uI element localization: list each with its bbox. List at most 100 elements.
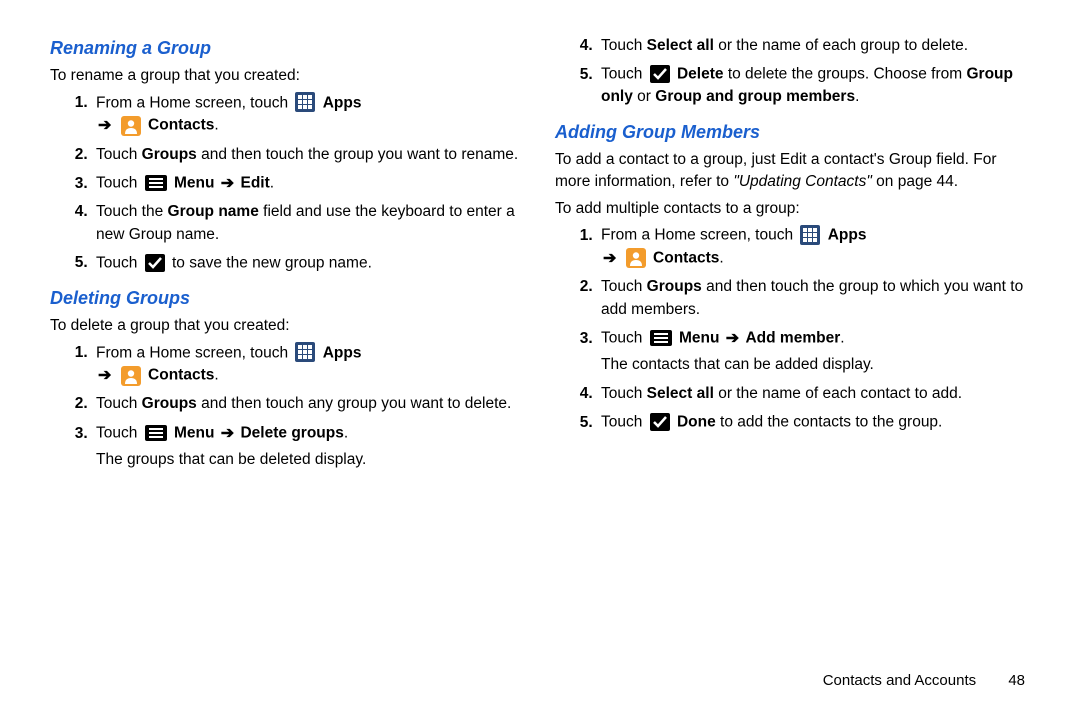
arrow-icon: ➔	[98, 114, 111, 137]
menu-label: Menu	[679, 330, 719, 347]
step-text: Touch	[601, 37, 647, 54]
arrow-icon: ➔	[603, 247, 616, 270]
menu-label: Menu	[174, 425, 214, 442]
arrow-icon: ➔	[221, 422, 234, 445]
intro-renaming: To rename a group that you created:	[50, 65, 520, 87]
delete-groups-label: Delete groups	[240, 425, 343, 442]
apps-label: Apps	[828, 227, 867, 244]
heading-deleting: Deleting Groups	[50, 285, 520, 311]
contacts-icon	[121, 365, 141, 387]
list-item: Touch Select all or the name of each gro…	[597, 35, 1025, 57]
apps-label: Apps	[323, 344, 362, 361]
footer-section: Contacts and Accounts	[823, 672, 976, 689]
step-text: or the name of each group to delete.	[714, 37, 968, 54]
steps-adding: From a Home screen, touch Apps ➔ Contact…	[555, 224, 1025, 434]
step-text: Touch the	[96, 203, 168, 220]
list-item: From a Home screen, touch Apps ➔ Contact…	[92, 92, 520, 138]
list-item: From a Home screen, touch Apps ➔ Contact…	[597, 224, 1025, 270]
list-item: Touch Done to add the contacts to the gr…	[597, 411, 1025, 434]
step-text: or	[633, 88, 655, 105]
step-text: From a Home screen, touch	[601, 227, 797, 244]
intro-text: on page 44.	[872, 173, 958, 190]
steps-deleting-cont: Touch Select all or the name of each gro…	[555, 35, 1025, 109]
list-item: Touch Menu ➔ Edit.	[92, 172, 520, 195]
contacts-label: Contacts	[148, 117, 214, 134]
group-and-members-label: Group and group members	[655, 88, 855, 105]
page-footer: Contacts and Accounts 48	[823, 670, 1025, 692]
groups-label: Groups	[142, 146, 197, 163]
list-item: Touch Groups and then touch the group to…	[597, 276, 1025, 321]
step-text: Touch	[601, 414, 647, 431]
step-text: to add the contacts to the group.	[716, 414, 943, 431]
step-subtext: The groups that can be deleted display.	[96, 449, 520, 471]
check-icon	[650, 63, 670, 85]
list-item: Touch Groups and then touch the group yo…	[92, 144, 520, 166]
heading-adding: Adding Group Members	[555, 119, 1025, 145]
step-text: Touch	[96, 254, 142, 271]
apps-icon	[295, 92, 315, 114]
period: .	[270, 175, 274, 192]
list-item: Touch Delete to delete the groups. Choos…	[597, 63, 1025, 108]
list-item: From a Home screen, touch Apps ➔ Contact…	[92, 342, 520, 388]
left-column: Renaming a Group To rename a group that …	[50, 35, 520, 482]
step-text: Touch	[96, 425, 142, 442]
add-member-label: Add member	[745, 330, 840, 347]
page-number: 48	[1008, 672, 1025, 689]
step-text: Touch	[96, 395, 142, 412]
step-text: Touch	[601, 385, 647, 402]
step-text: Touch	[601, 330, 647, 347]
list-item: Touch to save the new group name.	[92, 252, 520, 275]
arrow-icon: ➔	[726, 327, 739, 350]
right-column: Touch Select all or the name of each gro…	[555, 35, 1025, 482]
contacts-label: Contacts	[148, 367, 214, 384]
edit-label: Edit	[240, 175, 269, 192]
groupname-label: Group name	[168, 203, 259, 220]
step-subtext: The contacts that can be added display.	[601, 354, 1025, 376]
heading-renaming: Renaming a Group	[50, 35, 520, 61]
groups-label: Groups	[142, 395, 197, 412]
menu-label: Menu	[174, 175, 214, 192]
period: .	[840, 330, 844, 347]
list-item: Touch the Group name field and use the k…	[92, 201, 520, 246]
intro-adding-2: To add multiple contacts to a group:	[555, 198, 1025, 220]
period: .	[719, 250, 723, 267]
contacts-icon	[626, 247, 646, 269]
apps-label: Apps	[323, 94, 362, 111]
intro-deleting: To delete a group that you created:	[50, 315, 520, 337]
step-text: to delete the groups. Choose from	[724, 66, 967, 83]
step-text: Touch	[96, 175, 142, 192]
period: .	[344, 425, 348, 442]
list-item: Touch Menu ➔ Add member. The contacts th…	[597, 327, 1025, 377]
delete-label: Delete	[677, 66, 724, 83]
step-text: Touch	[96, 146, 142, 163]
steps-renaming: From a Home screen, touch Apps ➔ Contact…	[50, 92, 520, 275]
step-text: Touch	[601, 66, 647, 83]
arrow-icon: ➔	[98, 364, 111, 387]
step-text: to save the new group name.	[172, 254, 372, 271]
list-item: Touch Menu ➔ Delete groups. The groups t…	[92, 422, 520, 472]
period: .	[214, 367, 218, 384]
select-all-label: Select all	[647, 37, 714, 54]
contacts-icon	[121, 115, 141, 137]
steps-deleting: From a Home screen, touch Apps ➔ Contact…	[50, 342, 520, 472]
period: .	[855, 88, 859, 105]
menu-icon	[145, 172, 167, 194]
two-column-layout: Renaming a Group To rename a group that …	[50, 35, 1030, 482]
contacts-label: Contacts	[653, 250, 719, 267]
list-item: Touch Select all or the name of each con…	[597, 383, 1025, 405]
done-label: Done	[677, 414, 716, 431]
apps-icon	[800, 224, 820, 246]
select-all-label: Select all	[647, 385, 714, 402]
check-icon	[145, 252, 165, 274]
step-text: and then touch any group you want to del…	[197, 395, 512, 412]
groups-label: Groups	[647, 278, 702, 295]
intro-adding-1: To add a contact to a group, just Edit a…	[555, 149, 1025, 194]
step-text: and then touch the group you want to ren…	[197, 146, 518, 163]
step-text: Touch	[601, 278, 647, 295]
period: .	[214, 117, 218, 134]
cross-reference: "Updating Contacts"	[733, 173, 872, 190]
check-icon	[650, 411, 670, 433]
menu-icon	[145, 422, 167, 444]
step-text: or the name of each contact to add.	[714, 385, 962, 402]
list-item: Touch Groups and then touch any group yo…	[92, 393, 520, 415]
